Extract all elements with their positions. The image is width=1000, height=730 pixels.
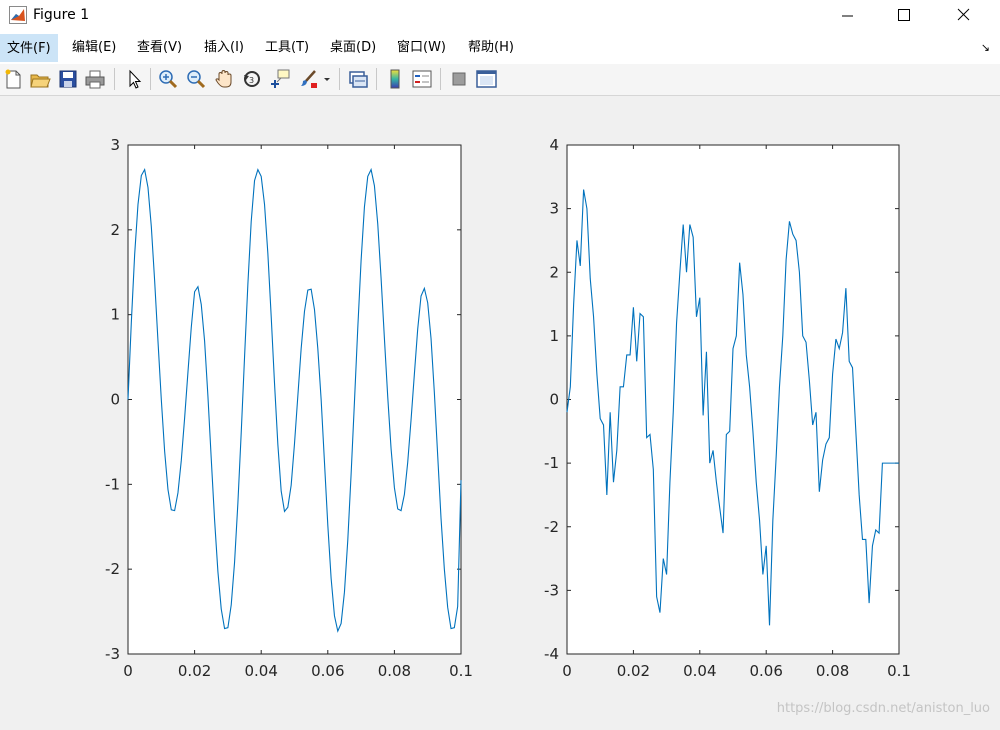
menu-tools[interactable]: 工具(T) xyxy=(259,34,315,62)
x-tick-label: 0.08 xyxy=(816,662,849,680)
figure-canvas: 0 0.02 0.04 0.06 0.08 0.1 3 2 1 0 -1 -2 -3 0 0.02 0.04 0… xyxy=(0,97,1000,726)
close-icon xyxy=(957,8,970,21)
x-tick-label: 0.08 xyxy=(378,662,411,680)
y-tick-label: 1 xyxy=(110,306,120,324)
open-file-icon[interactable] xyxy=(29,67,51,91)
new-figure-icon[interactable] xyxy=(2,67,24,91)
dock-arrow-icon[interactable]: ↘ xyxy=(981,41,990,54)
y-tick-label: -3 xyxy=(544,581,559,599)
close-button[interactable] xyxy=(938,0,990,32)
x-tick-label: 0.02 xyxy=(178,662,211,680)
legend-icon[interactable] xyxy=(411,67,433,91)
y-tick-label: -4 xyxy=(544,645,559,663)
menu-file[interactable]: 文件(F) xyxy=(0,34,58,62)
menu-edit[interactable]: 编辑(E) xyxy=(66,34,122,62)
y-tick-label: 0 xyxy=(110,391,120,409)
y-tick-label: 0 xyxy=(549,391,559,409)
title-bar: Figure 1 xyxy=(0,0,1000,32)
toolbar-separator xyxy=(440,68,441,90)
y-tick-label: 2 xyxy=(549,263,559,281)
zoom-in-icon[interactable] xyxy=(157,67,179,91)
menu-help[interactable]: 帮助(H) xyxy=(462,34,520,62)
menu-view[interactable]: 查看(V) xyxy=(131,34,188,62)
y-tick-label: 3 xyxy=(549,200,559,218)
watermark-text: https://blog.csdn.net/aniston_luo xyxy=(776,701,990,716)
hide-plot-tools-icon[interactable] xyxy=(448,67,470,91)
x-tick-label: 0.04 xyxy=(683,662,716,680)
toolbar-separator xyxy=(150,68,151,90)
menu-insert[interactable]: 插入(I) xyxy=(198,34,250,62)
maximize-icon xyxy=(898,9,910,21)
x-tick-label: 0 xyxy=(123,662,133,680)
link-plot-icon[interactable] xyxy=(346,67,368,91)
plots-svg: 0 0.02 0.04 0.06 0.08 0.13210-1-2-30 0.02 0.04 0… xyxy=(105,136,911,680)
colorbar-icon[interactable] xyxy=(384,67,406,91)
print-icon[interactable] xyxy=(84,67,106,91)
minimize-icon xyxy=(842,15,853,17)
y-tick-label: -1 xyxy=(544,454,559,472)
x-tick-label: 0.02 xyxy=(617,662,650,680)
y-tick-label: -2 xyxy=(105,560,120,578)
x-tick-label: 0.06 xyxy=(749,662,782,680)
y-tick-label: 1 xyxy=(549,327,559,345)
brush-dropdown-icon[interactable] xyxy=(321,67,333,91)
toolbar-separator xyxy=(114,68,115,90)
menu-window[interactable]: 窗口(W) xyxy=(391,34,452,62)
axes-box xyxy=(566,144,900,655)
maximize-button[interactable] xyxy=(878,0,930,32)
y-tick-label: -2 xyxy=(544,518,559,536)
window-title: Figure 1 xyxy=(33,7,90,23)
x-tick-label: 0 xyxy=(562,662,572,680)
svg-text:3: 3 xyxy=(249,76,254,85)
menu-desktop[interactable]: 桌面(D) xyxy=(324,34,382,62)
data-cursor-icon[interactable] xyxy=(269,67,291,91)
matlab-app-icon xyxy=(9,6,27,24)
rotate-3d-icon[interactable]: 3 xyxy=(241,67,263,91)
y-tick-label: 3 xyxy=(110,136,120,154)
axes-box xyxy=(127,144,462,655)
toolbar-separator xyxy=(339,68,340,90)
axes-2: 0 0.02 0.04 0.06 0.08 0.1 4 3 2 1 0 -1 -2 -3 -4 xyxy=(544,136,911,680)
y-tick-label: -1 xyxy=(105,475,120,493)
y-tick-label: -3 xyxy=(105,645,120,663)
pan-hand-icon[interactable] xyxy=(213,67,235,91)
axes-1: 0 0.02 0.04 0.06 0.08 0.1 3 2 1 0 -1 -2 -3 xyxy=(105,136,473,680)
minimize-button[interactable] xyxy=(822,0,874,32)
y-tick-label: 4 xyxy=(549,136,559,154)
x-tick-label: 0.04 xyxy=(244,662,277,680)
brush-icon[interactable] xyxy=(297,67,319,91)
y-tick-label: 2 xyxy=(110,221,120,239)
x-tick-label: 0.1 xyxy=(887,662,911,680)
toolbar-separator xyxy=(376,68,377,90)
x-tick-label: 0.1 xyxy=(449,662,473,680)
save-icon[interactable] xyxy=(57,67,79,91)
zoom-out-icon[interactable] xyxy=(185,67,207,91)
select-arrow-icon[interactable] xyxy=(123,67,145,91)
show-plot-tools-icon[interactable] xyxy=(475,67,497,91)
x-tick-label: 0.06 xyxy=(311,662,344,680)
